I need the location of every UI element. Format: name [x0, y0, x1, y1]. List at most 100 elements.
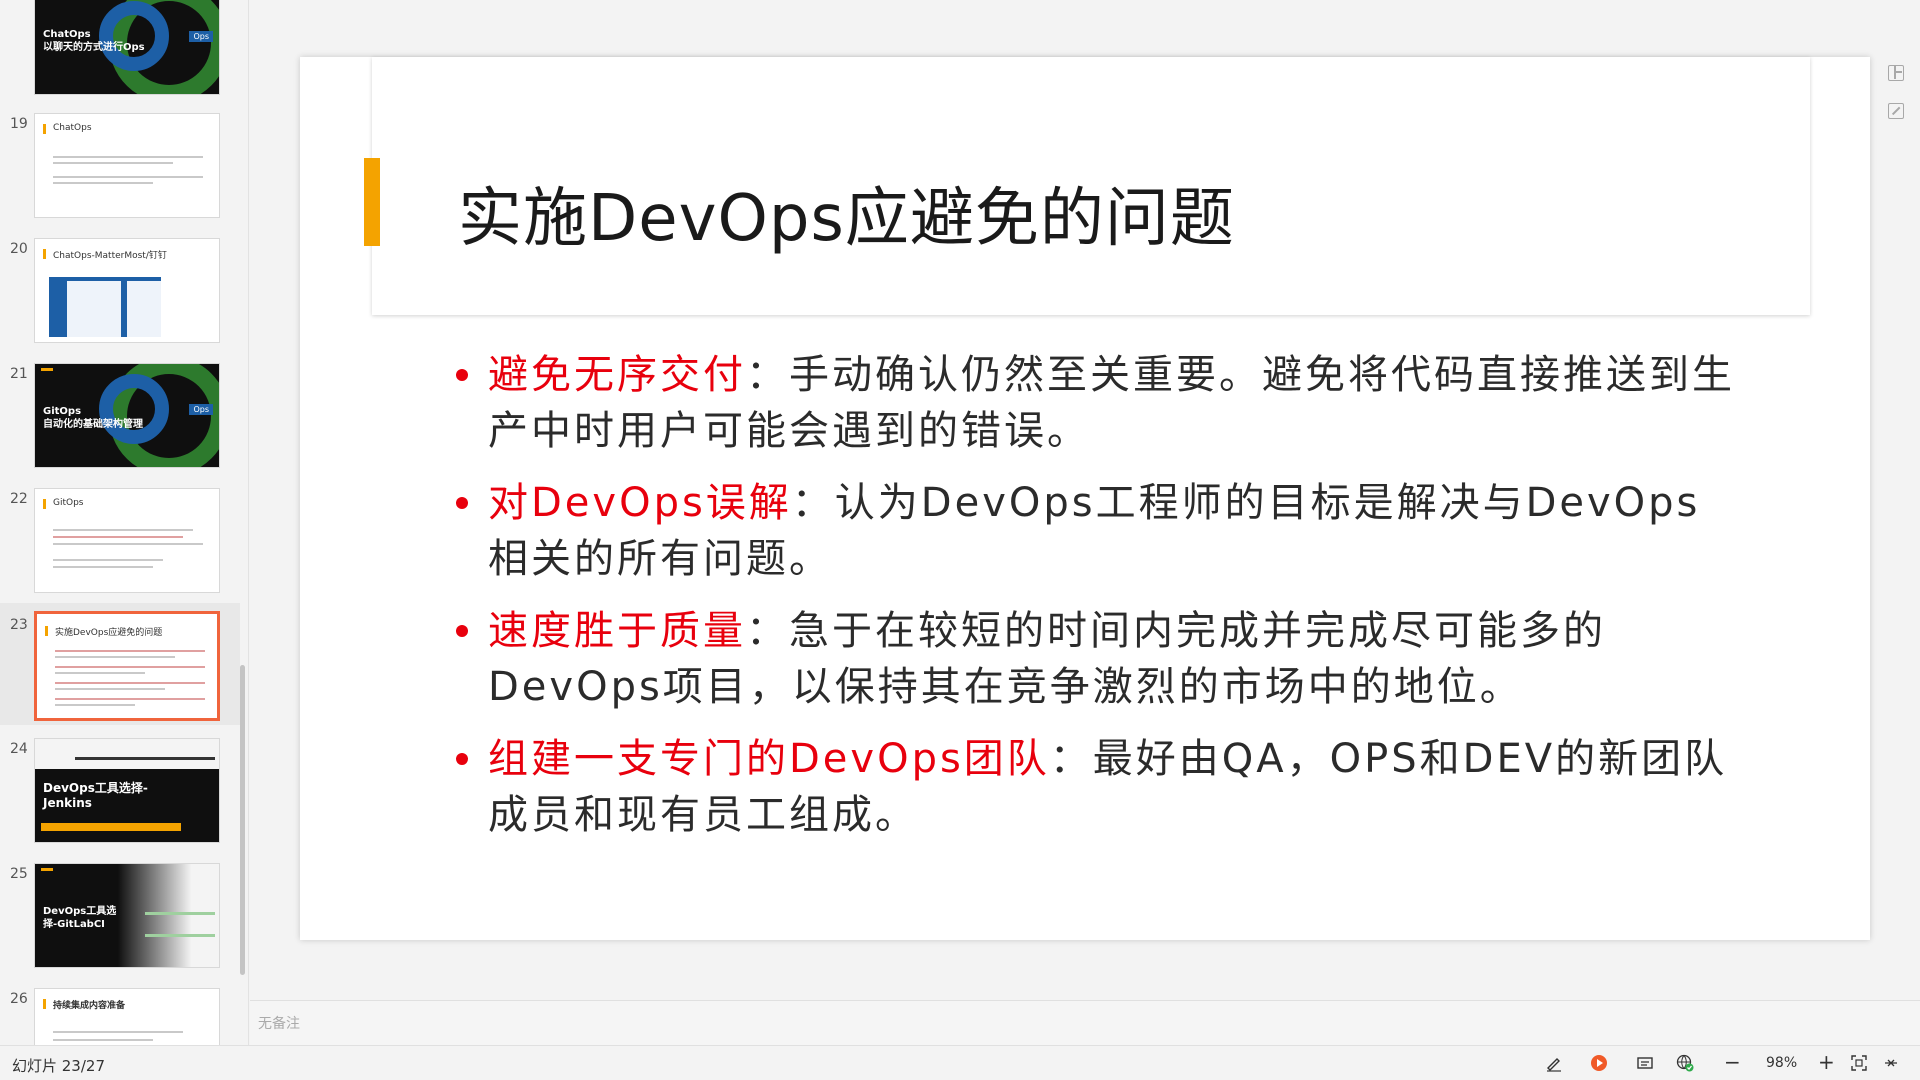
cycle-graphic	[99, 1, 169, 71]
fit-to-window-icon[interactable]	[1850, 1054, 1868, 1072]
thumbnail-title: ChatOps	[53, 123, 92, 133]
slide-canvas[interactable]: 实施DevOps应避免的问题 避免无序交付：手动确认仍然至关重要。避免将代码直接…	[300, 57, 1870, 940]
play-slideshow-icon[interactable]	[1590, 1054, 1608, 1072]
slide-thumbnail-panel[interactable]: Ops ChatOps 以聊天的方式进行Ops 19 ChatOps 20 Ch…	[0, 0, 249, 1045]
text-line	[53, 1039, 153, 1041]
thumbnail-number: 19	[10, 116, 28, 132]
bullet-separator: ：	[746, 352, 789, 398]
thumbnail-row[interactable]: 22 GitOps	[0, 485, 240, 597]
zoom-level[interactable]: 98%	[1766, 1055, 1797, 1071]
bullet-icon	[456, 497, 468, 509]
annotate-pen-icon[interactable]	[1545, 1054, 1563, 1072]
bullet-keyword: 避免无序交付	[488, 352, 746, 398]
screenshot-image	[35, 739, 219, 769]
collapse-icon[interactable]	[1882, 1054, 1900, 1072]
text-line	[53, 529, 193, 531]
notes-placeholder: 无备注	[258, 1016, 300, 1032]
bullet-keyword: 对DevOps误解	[488, 480, 792, 526]
bullet-list[interactable]: 避免无序交付：手动确认仍然至关重要。避免将代码直接推送到生产中时用户可能会遇到的…	[456, 347, 1736, 859]
slide-thumbnail-18[interactable]: Ops ChatOps 以聊天的方式进行Ops	[34, 0, 220, 95]
slide-thumbnail-23[interactable]: 实施DevOps应避免的问题	[34, 611, 220, 721]
slide-thumbnail-19[interactable]: ChatOps	[34, 113, 220, 218]
bullet-item[interactable]: 速度胜于质量：急于在较短的时间内完成并完成尽可能多的DevOps项目，以保持其在…	[456, 603, 1736, 715]
thumbnail-row[interactable]: Ops ChatOps 以聊天的方式进行Ops	[0, 0, 240, 95]
reading-view-icon[interactable]	[1636, 1054, 1654, 1072]
text-line	[55, 672, 145, 674]
accent-bar	[43, 999, 46, 1009]
thumbnail-row-active[interactable]: 23 实施DevOps应避免的问题	[0, 603, 240, 725]
thumbnail-row[interactable]: 19 ChatOps	[0, 110, 240, 222]
zoom-out-button[interactable]: −	[1724, 1051, 1741, 1073]
screenshot-image	[145, 934, 215, 937]
thumbnail-number: 22	[10, 491, 28, 507]
thumbnail-row[interactable]: 24 DevOps工具选择- Jenkins	[0, 735, 240, 847]
text-line	[55, 688, 165, 690]
thumbnail-title: GitOps	[43, 406, 82, 417]
thumbnail-title: DevOps工具选择-	[43, 781, 148, 795]
thumbnail-title: GitOps	[53, 498, 84, 508]
ops-tag: Ops	[189, 404, 213, 415]
thumbnail-row[interactable]: 25 DevOps工具选 择-GitLabCI	[0, 860, 240, 972]
text-line	[53, 543, 203, 545]
slide-thumbnail-25[interactable]: DevOps工具选 择-GitLabCI	[34, 863, 220, 968]
thumbnail-number: 24	[10, 741, 28, 757]
speaker-notes-pane[interactable]: 无备注	[250, 1000, 1920, 1046]
text-line	[53, 566, 153, 568]
text-line	[55, 656, 175, 658]
accent-bar	[41, 368, 53, 371]
slide-thumbnail-21[interactable]: Ops GitOps 自动化的基础架构管理	[34, 363, 220, 468]
thumbnail-subtitle: 自动化的基础架构管理	[43, 419, 143, 430]
slide-counter: 幻灯片 23/27	[12, 1057, 105, 1075]
text-line	[55, 682, 205, 684]
thumbnail-number: 20	[10, 241, 28, 257]
slide-thumbnail-24[interactable]: DevOps工具选择- Jenkins	[34, 738, 220, 843]
text-line	[53, 182, 153, 184]
accent-bar	[43, 124, 46, 134]
bullet-icon	[456, 369, 468, 381]
text-line	[53, 1031, 183, 1033]
text-line	[53, 536, 183, 538]
bullet-item[interactable]: 组建一支专门的DevOps团队：最好由QA，OPS和DEV的新团队成员和现有员工…	[456, 731, 1736, 843]
thumbnail-number: 23	[10, 617, 28, 633]
text-line	[55, 704, 135, 706]
text-line	[53, 156, 203, 158]
thumbnail-subtitle: 以聊天的方式进行Ops	[43, 42, 145, 53]
thumbnail-row[interactable]: 21 Ops GitOps 自动化的基础架构管理	[0, 360, 240, 472]
globe-check-icon[interactable]	[1676, 1054, 1694, 1072]
accent-bar	[45, 626, 48, 636]
bullet-separator: ：	[746, 608, 789, 654]
screenshot-image	[145, 912, 215, 915]
thumbnail-row[interactable]: 26 持续集成内容准备	[0, 985, 240, 1045]
ops-tag: Ops	[189, 31, 213, 42]
text-line	[55, 698, 205, 700]
layout-icon[interactable]	[1888, 65, 1904, 81]
bullet-icon	[456, 753, 468, 765]
cycle-graphic	[99, 374, 169, 444]
title-accent-bar	[364, 158, 380, 246]
thumbnail-number: 25	[10, 866, 28, 882]
accent-bar	[43, 249, 46, 259]
screenshot-image	[49, 277, 161, 337]
slide-thumbnail-26[interactable]: 持续集成内容准备	[34, 988, 220, 1045]
slide-thumbnail-20[interactable]: ChatOps-MatterMost/钉钉	[34, 238, 220, 343]
thumbnail-title: 实施DevOps应避免的问题	[55, 628, 163, 638]
bullet-icon	[456, 625, 468, 637]
thumbnail-subtitle: 择-GitLabCI	[43, 919, 105, 930]
bullet-item[interactable]: 对DevOps误解：认为DevOps工程师的目标是解决与DevOps相关的所有问…	[456, 475, 1736, 587]
thumbnail-title: ChatOps	[43, 29, 91, 40]
thumbnail-scrollbar[interactable]	[240, 665, 245, 975]
thumbnail-title: ChatOps-MatterMost/钉钉	[53, 251, 167, 261]
thumbnail-number: 26	[10, 991, 28, 1007]
zoom-in-button[interactable]: +	[1818, 1051, 1835, 1073]
text-line	[53, 559, 163, 561]
bullet-separator: ：	[791, 480, 835, 526]
background-icon[interactable]	[1888, 103, 1904, 119]
thumbnail-subtitle: Jenkins	[43, 796, 92, 810]
bullet-separator: ：	[1049, 736, 1093, 782]
bullet-keyword: 组建一支专门的DevOps团队	[488, 736, 1050, 782]
slide-title[interactable]: 实施DevOps应避免的问题	[458, 167, 1235, 259]
bullet-item[interactable]: 避免无序交付：手动确认仍然至关重要。避免将代码直接推送到生产中时用户可能会遇到的…	[456, 347, 1736, 459]
text-line	[55, 666, 205, 668]
slide-thumbnail-22[interactable]: GitOps	[34, 488, 220, 593]
thumbnail-row[interactable]: 20 ChatOps-MatterMost/钉钉	[0, 235, 240, 347]
